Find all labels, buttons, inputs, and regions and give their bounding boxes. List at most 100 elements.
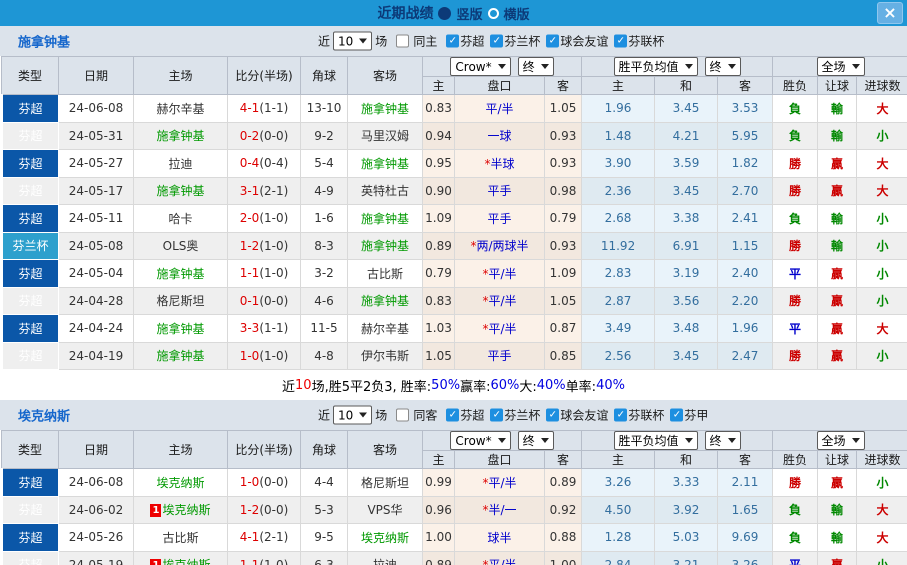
league-cell: 芬超	[2, 287, 59, 315]
scope-select[interactable]: 全场	[817, 57, 865, 76]
horizontal-layout-radio[interactable]	[488, 8, 499, 19]
team-name: 赫尔辛基	[156, 102, 204, 116]
odds-time-select[interactable]: 终	[518, 431, 554, 450]
col-date: 日期	[59, 431, 134, 469]
handicap-cell: 一球	[455, 122, 545, 150]
avg-select[interactable]: 胜平负均值	[614, 431, 698, 450]
league-checkbox[interactable]	[670, 409, 683, 422]
chevron-down-icon	[498, 64, 506, 69]
halftime-score: (1-0)	[259, 239, 288, 253]
avg-select[interactable]: 胜平负均值	[614, 57, 698, 76]
chevron-down-icon	[685, 438, 693, 443]
odds-company-select[interactable]: Crow*	[450, 57, 510, 76]
date-cell: 24-05-08	[59, 232, 134, 260]
league-checkbox[interactable]	[446, 409, 459, 422]
home-team-cell: OLS奥	[134, 232, 228, 260]
handicap-name: 平/半	[488, 558, 516, 565]
summary-segment: 单率:	[566, 376, 596, 395]
avg-home-cell: 1.48	[582, 122, 655, 150]
league-checkbox[interactable]	[490, 35, 503, 48]
league-checkbox[interactable]	[446, 35, 459, 48]
league-checkbox[interactable]	[546, 409, 559, 422]
scope-select[interactable]: 全场	[817, 431, 865, 450]
league-checkbox[interactable]	[614, 409, 627, 422]
away-team-cell: 施拿钟基	[348, 232, 423, 260]
match-row: 芬超24-04-24施拿钟基3-3(1-1)11-5赫尔辛基1.03*平/半0.…	[2, 315, 907, 343]
avg-time-select[interactable]: 终	[705, 57, 741, 76]
handicap-cell: 平手	[455, 205, 545, 233]
odds-home-cell: 0.96	[423, 496, 455, 524]
summary-segment: 赢率:	[460, 376, 490, 395]
recent-results-panel: 近期战绩 竖版 横版 × 施拿钟基 近 10 场 同主 芬超芬兰杯球会友谊芬联杯	[0, 0, 907, 565]
goals-result-cell: 小	[857, 205, 907, 233]
col-result-goals: 进球数	[857, 451, 907, 469]
league-checkbox[interactable]	[614, 35, 627, 48]
col-result-wdl: 胜负	[773, 451, 818, 469]
team-name: 拉迪	[373, 558, 397, 565]
goals-result-cell: 小	[857, 287, 907, 315]
col-score: 比分(半场)	[228, 57, 301, 95]
odds-away-cell: 1.05	[545, 287, 582, 315]
col-home: 主场	[134, 57, 228, 95]
avg-time-select[interactable]: 终	[705, 431, 741, 450]
avg-draw-cell: 3.19	[655, 260, 718, 288]
same-away-checkbox[interactable]	[396, 409, 409, 422]
vertical-layout-radio[interactable]	[438, 7, 451, 20]
same-home-checkbox[interactable]	[396, 35, 409, 48]
date-cell: 24-05-19	[59, 551, 134, 565]
wdl-result-cell: 勝	[773, 342, 818, 370]
handicap-result-cell: 贏	[818, 150, 857, 178]
col-result-wdl: 胜负	[773, 77, 818, 95]
odds-company-select[interactable]: Crow*	[450, 431, 510, 450]
close-icon[interactable]: ×	[877, 2, 903, 24]
scope-value: 全场	[822, 432, 846, 449]
team-name: 英特杜古	[361, 184, 409, 198]
date-cell: 24-05-11	[59, 205, 134, 233]
col-result-handicap: 让球	[818, 77, 857, 95]
halftime-score: (2-1)	[259, 184, 288, 198]
col-corner: 角球	[301, 431, 348, 469]
league-cell: 芬超	[2, 496, 59, 524]
league-checkbox[interactable]	[490, 409, 503, 422]
near-label: 近	[318, 407, 330, 424]
fulltime-score: 4-1	[240, 101, 260, 115]
corner-cell: 4-6	[301, 287, 348, 315]
league-label: 芬超	[460, 33, 484, 50]
avg-away-cell: 1.15	[718, 232, 773, 260]
avg-draw-cell: 3.56	[655, 287, 718, 315]
handicap-result-cell: 贏	[818, 315, 857, 343]
match-count-select[interactable]: 10	[333, 32, 372, 51]
league-cell: 芬超	[2, 177, 59, 205]
match-row: 芬超24-05-26古比斯4-1(2-1)9-5埃克纳斯1.00球半0.881.…	[2, 524, 907, 552]
avg-value: 胜平负均值	[619, 432, 679, 449]
odds-time-select[interactable]: 终	[518, 57, 554, 76]
summary-segment: 近	[282, 376, 295, 395]
league-checkbox[interactable]	[546, 35, 559, 48]
odds-away-cell: 0.79	[545, 205, 582, 233]
away-team-cell: 施拿钟基	[348, 150, 423, 178]
chevron-down-icon	[359, 39, 367, 44]
match-count-select[interactable]: 10	[333, 406, 372, 425]
wdl-result-cell: 負	[773, 524, 818, 552]
vertical-layout-label: 竖版	[456, 4, 482, 23]
avg-away-cell: 3.26	[718, 551, 773, 565]
handicap-result-cell: 贏	[818, 551, 857, 565]
corner-cell: 3-2	[301, 260, 348, 288]
team-name: 拉迪	[168, 157, 192, 171]
handicap-result-cell: 贏	[818, 177, 857, 205]
match-row: 芬超24-05-11哈卡2-0(1-0)1-6施拿钟基1.09平手0.792.6…	[2, 205, 907, 233]
goals-result-cell: 小	[857, 260, 907, 288]
odds-away-cell: 0.87	[545, 315, 582, 343]
horizontal-layout-label: 横版	[504, 4, 530, 23]
odds-away-cell: 0.92	[545, 496, 582, 524]
odds-away-cell: 0.89	[545, 469, 582, 497]
team-name: OLS奥	[163, 239, 199, 253]
odds-away-cell: 1.05	[545, 95, 582, 123]
avg-draw-cell: 3.92	[655, 496, 718, 524]
avg-draw-cell: 3.45	[655, 95, 718, 123]
match-row: 芬超24-05-27拉迪0-4(0-4)5-4施拿钟基0.95*半球0.933.…	[2, 150, 907, 178]
chevron-down-icon	[359, 413, 367, 418]
odds-away-cell: 0.93	[545, 232, 582, 260]
col-corner: 角球	[301, 57, 348, 95]
col-type: 类型	[2, 431, 59, 469]
